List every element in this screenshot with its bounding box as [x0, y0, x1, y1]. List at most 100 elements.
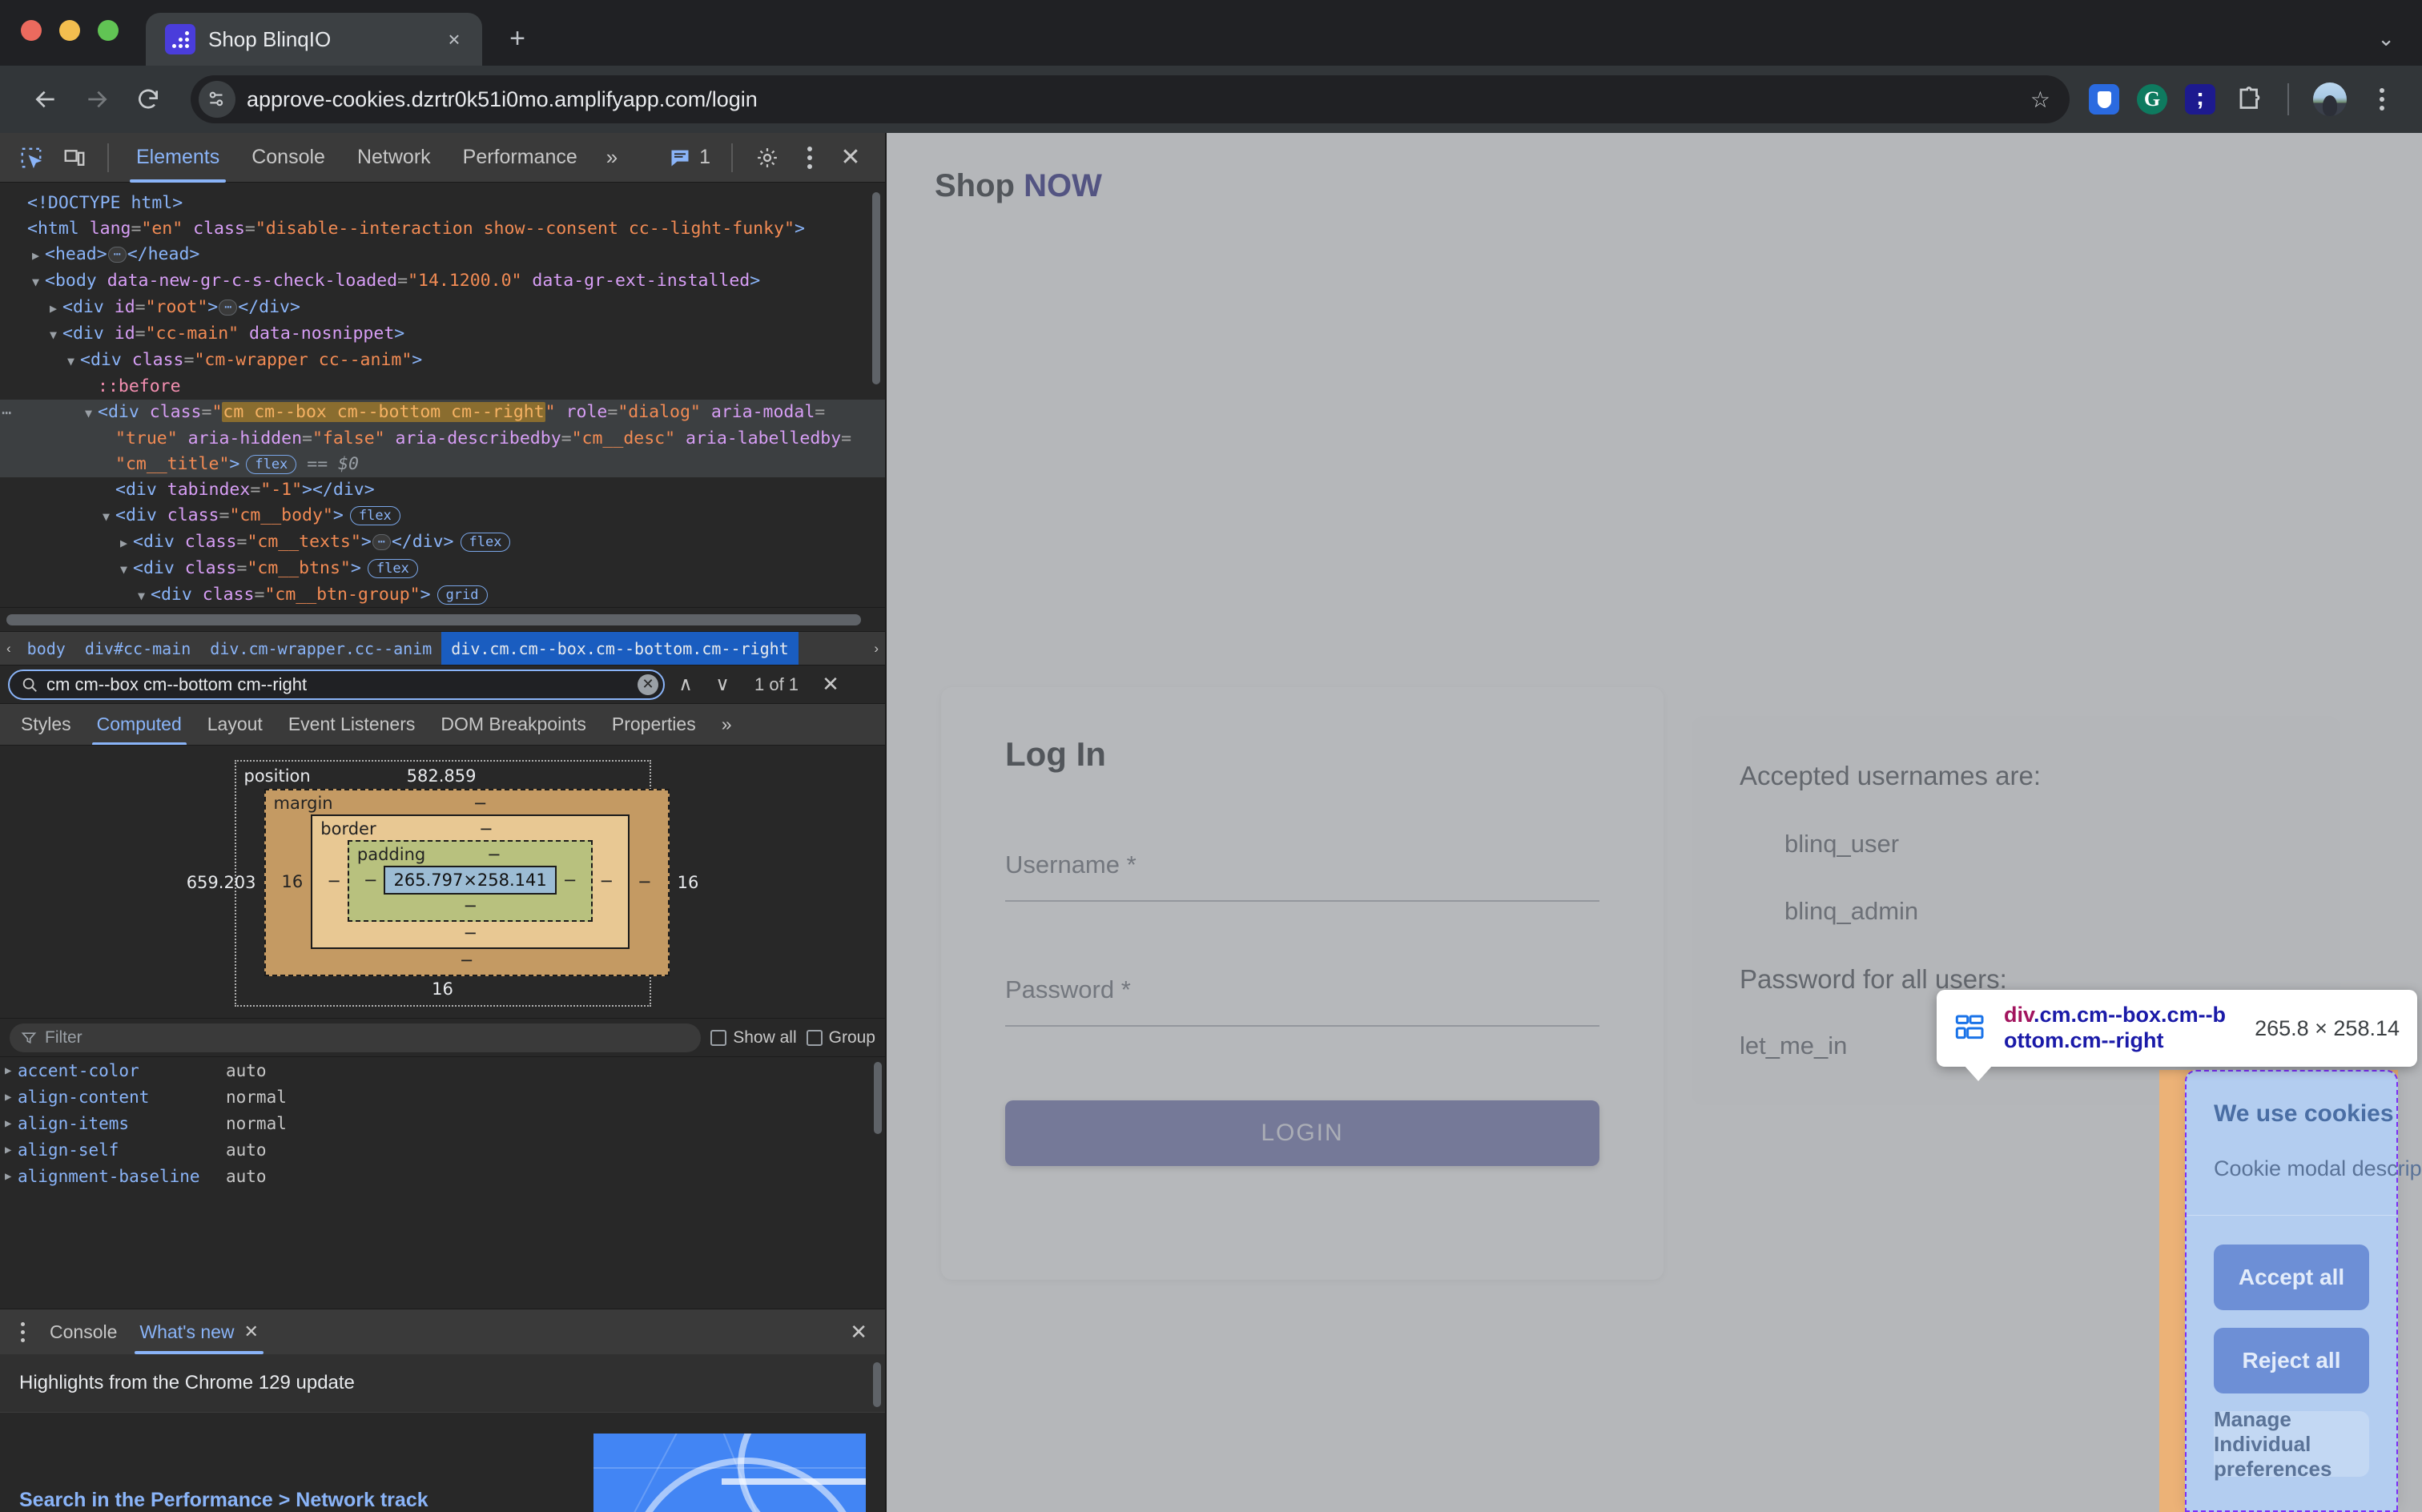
username-field[interactable]: Username *	[1005, 850, 1599, 902]
filter-input[interactable]: Filter	[10, 1023, 701, 1052]
tab-network[interactable]: Network	[343, 133, 445, 183]
dom-node-line[interactable]: <div tabindex="-1"></div>	[0, 477, 885, 503]
breadcrumb[interactable]: ‹bodydiv#cc-maindiv.cm-wrapper.cc--animd…	[0, 631, 885, 665]
pane-tab-event-listeners[interactable]: Event Listeners	[276, 704, 428, 746]
search-input[interactable]: cm cm--box cm--bottom cm--right ✕	[8, 670, 665, 700]
breadcrumb-item[interactable]: body	[18, 632, 75, 666]
dom-node-line[interactable]: <div id="cc-main" data-nosnippet>	[0, 321, 885, 348]
expand-triangle-icon[interactable]	[120, 530, 133, 556]
manage-preferences-button[interactable]: Manage Individual preferences	[2214, 1411, 2369, 1477]
collapse-triangle-icon[interactable]	[50, 322, 62, 348]
expand-triangle-icon[interactable]: ▶	[5, 1144, 18, 1156]
styles-pane-tabs[interactable]: StylesComputedLayoutEvent ListenersDOM B…	[0, 703, 885, 745]
drawer-scrollbar[interactable]	[873, 1362, 881, 1407]
collapse-triangle-icon[interactable]	[67, 348, 80, 374]
whats-new-item-title[interactable]: Search in the Performance > Network trac…	[19, 1489, 574, 1512]
close-window-button[interactable]	[21, 20, 42, 41]
clear-search-icon[interactable]: ✕	[638, 674, 658, 695]
expand-triangle-icon[interactable]: ▶	[5, 1091, 18, 1104]
expand-triangle-icon[interactable]: ▶	[5, 1117, 18, 1130]
dom-node-line[interactable]: ::before	[0, 374, 885, 400]
more-panes-icon[interactable]: »	[709, 704, 745, 746]
group-checkbox[interactable]: Group	[807, 1028, 875, 1048]
gear-icon[interactable]	[747, 138, 787, 178]
dom-node-line[interactable]: <div class="cm__texts">⋯</div>flex	[0, 529, 885, 556]
computed-property-row[interactable]: ▶align-contentnormal	[0, 1084, 885, 1110]
maximize-window-button[interactable]	[98, 20, 119, 41]
dom-node-line[interactable]: ⋯<div class="cm cm--box cm--bottom cm--r…	[0, 400, 885, 426]
computed-property-row[interactable]: ▶align-itemsnormal	[0, 1110, 885, 1136]
back-button[interactable]	[22, 76, 69, 123]
minimize-window-button[interactable]	[59, 20, 80, 41]
dom-tree[interactable]: <!DOCTYPE html><html lang="en" class="di…	[0, 183, 885, 607]
shield-extension-icon[interactable]	[2089, 84, 2119, 115]
login-button[interactable]: LOGIN	[1005, 1100, 1599, 1166]
show-all-checkbox[interactable]: Show all	[710, 1028, 796, 1048]
address-bar[interactable]: approve-cookies.dzrtr0k51i0mo.amplifyapp…	[191, 75, 2070, 123]
inspect-element-icon[interactable]	[11, 138, 51, 178]
expand-triangle-icon[interactable]: ▶	[5, 1170, 18, 1183]
pane-tab-properties[interactable]: Properties	[599, 704, 709, 746]
more-panels-icon[interactable]: »	[595, 145, 629, 170]
breadcrumb-item[interactable]: div#cc-main	[75, 632, 200, 666]
dom-node-line[interactable]: <!DOCTYPE html>	[0, 191, 885, 216]
dom-node-line[interactable]: <div id="root">⋯</div>	[0, 295, 885, 321]
breadcrumb-scroll-right[interactable]: ›	[867, 641, 885, 657]
collapse-triangle-icon[interactable]	[120, 557, 133, 582]
pane-tab-dom-breakpoints[interactable]: DOM Breakpoints	[428, 704, 599, 746]
pane-tab-layout[interactable]: Layout	[195, 704, 276, 746]
collapse-triangle-icon[interactable]	[32, 269, 45, 295]
close-drawer-icon[interactable]: ✕	[850, 1320, 879, 1345]
site-settings-icon[interactable]	[199, 81, 235, 118]
dom-node-line[interactable]: "true" aria-hidden="false" aria-describe…	[0, 426, 885, 452]
computed-property-row[interactable]: ▶alignment-baselineauto	[0, 1163, 885, 1189]
accept-all-button[interactable]: Accept all	[2214, 1245, 2369, 1310]
password-field[interactable]: Password *	[1005, 975, 1599, 1027]
tab-elements[interactable]: Elements	[122, 133, 234, 183]
dom-node-line[interactable]: "cm__title">flex == $0	[0, 452, 885, 477]
dom-node-line[interactable]: <html lang="en" class="disable--interact…	[0, 216, 885, 242]
close-tab-icon[interactable]: ×	[441, 26, 468, 53]
tab-console[interactable]: Console	[237, 133, 340, 183]
breadcrumb-item[interactable]: div.cm.cm--box.cm--bottom.cm--right	[441, 632, 798, 666]
expand-triangle-icon[interactable]: ▶	[5, 1064, 18, 1077]
collapse-triangle-icon[interactable]	[103, 504, 115, 529]
dom-horizontal-scrollbar[interactable]	[0, 607, 885, 631]
expand-triangle-icon[interactable]	[32, 243, 45, 268]
drawer-tab-console[interactable]: Console	[38, 1309, 128, 1354]
reload-button[interactable]	[125, 76, 171, 123]
forward-button[interactable]	[74, 76, 120, 123]
dom-node-line[interactable]: <head>⋯</head>	[0, 242, 885, 268]
dom-node-line[interactable]: <body data-new-gr-c-s-check-loaded="14.1…	[0, 268, 885, 295]
bookmark-star-icon[interactable]: ☆	[2030, 86, 2060, 113]
drawer-tab-whats-new[interactable]: What's new ✕	[128, 1309, 270, 1354]
dom-node-line[interactable]: <div class="cm__btns">flex	[0, 556, 885, 582]
collapse-triangle-icon[interactable]	[138, 583, 151, 607]
reject-all-button[interactable]: Reject all	[2214, 1328, 2369, 1393]
drawer-more-icon[interactable]	[6, 1322, 38, 1342]
devtools-more-options-icon[interactable]	[792, 140, 827, 175]
browser-tab[interactable]: Shop BlinqIO ×	[146, 13, 482, 66]
node-menu-icon[interactable]: ⋯	[2, 400, 11, 425]
issues-badge[interactable]: 1	[662, 146, 717, 169]
close-search-icon[interactable]: ✕	[815, 672, 847, 697]
close-drawer-tab-icon[interactable]: ✕	[244, 1321, 259, 1342]
breadcrumb-item[interactable]: div.cm-wrapper.cc--anim	[200, 632, 441, 666]
close-devtools-icon[interactable]: ✕	[832, 139, 869, 176]
whats-new-item[interactable]: Search in the Performance > Network trac…	[0, 1413, 885, 1512]
pane-tab-computed[interactable]: Computed	[84, 704, 195, 746]
semicolon-extension-icon[interactable]: ;	[2185, 84, 2215, 115]
search-prev-button[interactable]: ∧	[670, 673, 702, 696]
chevron-down-icon[interactable]: ⌄	[2377, 26, 2395, 51]
avatar[interactable]	[2313, 82, 2347, 116]
computed-properties-list[interactable]: ▶accent-colorauto▶align-contentnormal▶al…	[0, 1056, 885, 1309]
dom-node-line[interactable]: <div class="cm-wrapper cc--anim">	[0, 348, 885, 374]
new-tab-button[interactable]: +	[495, 16, 540, 61]
expand-triangle-icon[interactable]	[50, 296, 62, 321]
grammarly-extension-icon[interactable]: G	[2137, 84, 2167, 115]
computed-scrollbar[interactable]	[874, 1062, 882, 1134]
computed-property-row[interactable]: ▶align-selfauto	[0, 1136, 885, 1163]
dom-node-line[interactable]: <div class="cm__btn-group">grid	[0, 582, 885, 607]
dom-node-line[interactable]: <div class="cm__body">flex	[0, 503, 885, 529]
pane-tab-styles[interactable]: Styles	[8, 704, 84, 746]
